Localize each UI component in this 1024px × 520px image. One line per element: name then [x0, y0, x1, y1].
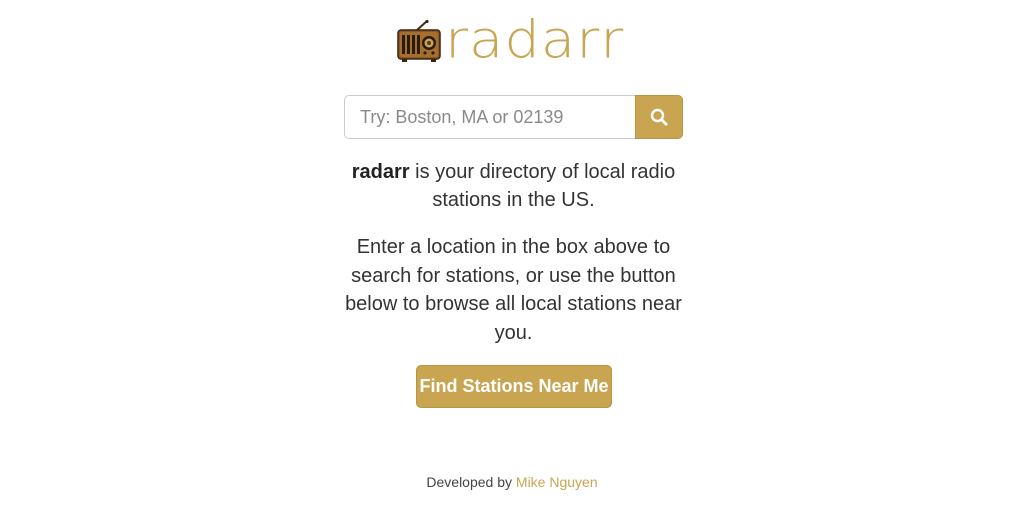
- search-form: [344, 95, 683, 139]
- radio-icon: [397, 19, 441, 62]
- intro-text: radarr is your directory of local radio …: [344, 158, 683, 214]
- search-input[interactable]: [344, 95, 635, 139]
- instructions-text: Enter a location in the box above to sea…: [345, 236, 682, 344]
- logo[interactable]: radarr: [397, 10, 625, 71]
- search-icon: [650, 108, 668, 126]
- intro-description: is your directory of local radio station…: [409, 161, 676, 211]
- footer-prefix: Developed by: [426, 474, 516, 490]
- footer: Developed by Mike Nguyen: [0, 474, 1024, 490]
- intro-brand-name: radarr: [351, 161, 410, 183]
- brand-wordmark: radarr: [445, 10, 625, 71]
- page: radarr radarr is your directory of local…: [0, 0, 1024, 520]
- search-button[interactable]: [635, 95, 683, 139]
- find-stations-button[interactable]: Find Stations Near Me: [416, 365, 612, 408]
- author-link[interactable]: Mike Nguyen: [516, 474, 598, 490]
